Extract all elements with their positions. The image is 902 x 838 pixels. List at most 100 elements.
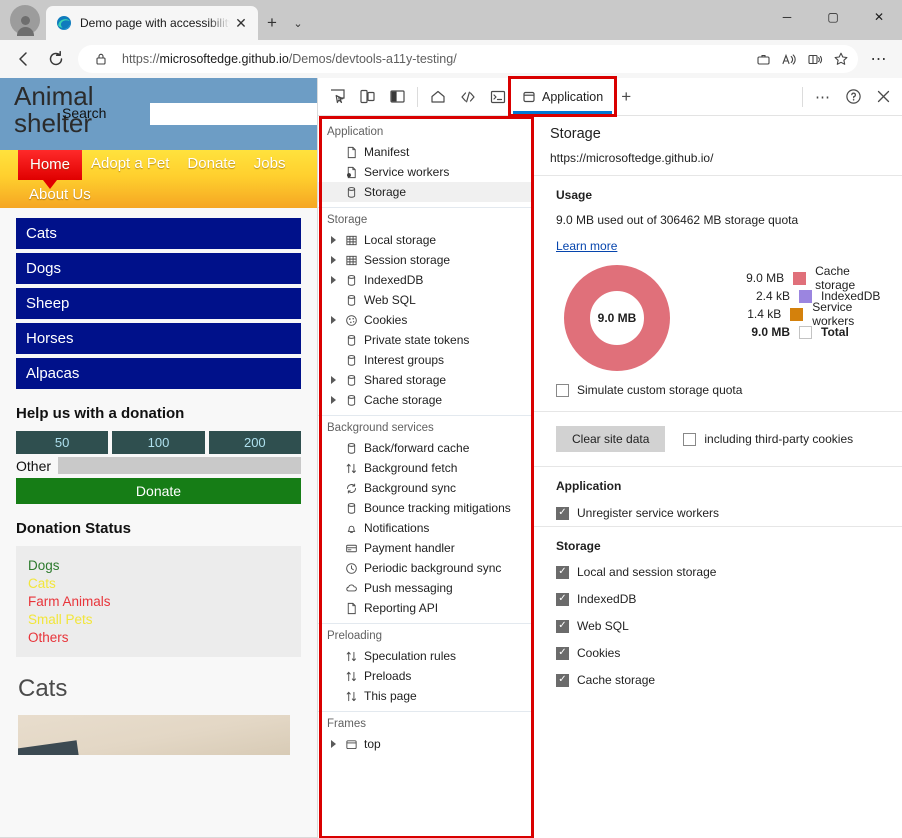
new-tab-button[interactable]: + (258, 9, 286, 37)
profile-avatar[interactable] (10, 5, 40, 35)
clear-site-data-button[interactable]: Clear site data (556, 426, 665, 452)
storage-clear-heading: Storage (556, 539, 886, 553)
expand-triangle-icon[interactable] (327, 256, 339, 264)
immersive-reader-icon[interactable] (802, 47, 828, 71)
animal-button-dogs[interactable]: Dogs (16, 253, 301, 284)
amount-button-50[interactable]: 50 (16, 431, 108, 454)
storage-clear-checkbox[interactable] (556, 566, 569, 579)
storage-clear-checkbox[interactable] (556, 674, 569, 687)
read-aloud-icon[interactable] (776, 47, 802, 71)
maximize-button[interactable]: ▢ (810, 0, 856, 34)
tree-item-periodic-background-sync[interactable]: Periodic background sync (318, 558, 533, 578)
tree-item-cookies[interactable]: Cookies (318, 310, 533, 330)
animal-button-sheep[interactable]: Sheep (16, 288, 301, 319)
nav-link-adopt-a-pet[interactable]: Adopt a Pet (82, 150, 178, 177)
simulate-quota-checkbox[interactable] (556, 384, 569, 397)
tree-item-manifest[interactable]: Manifest (318, 142, 533, 162)
expand-triangle-icon[interactable] (327, 396, 339, 404)
back-button[interactable] (8, 44, 40, 74)
amount-button-100[interactable]: 100 (112, 431, 204, 454)
browser-tab[interactable]: Demo page with accessibility issues ✕ (46, 6, 258, 40)
storage-clear-row-indexeddb[interactable]: IndexedDB (556, 592, 886, 606)
tree-item-cache-storage[interactable]: Cache storage (318, 390, 533, 410)
close-window-button[interactable]: ✕ (856, 0, 902, 34)
storage-clear-checkbox[interactable] (556, 593, 569, 606)
third-party-cookies-checkbox[interactable] (683, 433, 696, 446)
home-icon[interactable] (423, 82, 453, 112)
tree-item-local-storage[interactable]: Local storage (318, 230, 533, 250)
storage-clear-checkbox[interactable] (556, 620, 569, 633)
learn-more-link[interactable]: Learn more (556, 239, 617, 253)
tab-application[interactable]: Application (513, 80, 612, 114)
tree-item-preloads[interactable]: Preloads (318, 666, 533, 686)
tree-item-web-sql[interactable]: Web SQL (318, 290, 533, 310)
tree-item-background-fetch[interactable]: Background fetch (318, 458, 533, 478)
tree-item-notifications[interactable]: Notifications (318, 518, 533, 538)
tree-item-interest-groups[interactable]: Interest groups (318, 350, 533, 370)
sync-circular-arrows-icon (344, 482, 359, 495)
nav-link-about-us[interactable]: About Us (20, 181, 100, 208)
tree-item-service-workers[interactable]: Service workers (318, 162, 533, 182)
tree-item-speculation-rules[interactable]: Speculation rules (318, 646, 533, 666)
application-sidebar-tree[interactable]: ApplicationManifestService workersStorag… (318, 116, 534, 838)
tab-actions-menu-icon[interactable]: ⌄ (286, 9, 310, 37)
animal-button-alpacas[interactable]: Alpacas (16, 358, 301, 389)
storage-clear-row-local-and-session-storage[interactable]: Local and session storage (556, 565, 886, 579)
nav-link-donate[interactable]: Donate (178, 150, 244, 177)
tree-item-indexeddb[interactable]: IndexedDB (318, 270, 533, 290)
tree-item-bounce-tracking-mitigations[interactable]: Bounce tracking mitigations (318, 498, 533, 518)
address-bar[interactable]: https://microsoftedge.github.io/Demos/de… (78, 45, 858, 73)
add-panel-button[interactable]: + (612, 82, 640, 112)
storage-clear-row-web-sql[interactable]: Web SQL (556, 619, 886, 633)
legend-row-cache-storage: 9.0 MBCache storage (726, 269, 886, 287)
elements-code-icon[interactable] (453, 82, 483, 112)
storage-clear-checkbox[interactable] (556, 647, 569, 660)
minimize-button[interactable]: ─ (764, 0, 810, 34)
other-amount-input[interactable] (58, 457, 301, 474)
expand-triangle-icon[interactable] (327, 276, 339, 284)
storage-clear-row-cache-storage[interactable]: Cache storage (556, 673, 886, 687)
browser-settings-menu-button[interactable]: ⋯ (864, 44, 894, 74)
device-emulation-icon[interactable] (352, 82, 382, 112)
tree-item-this-page[interactable]: This page (318, 686, 533, 706)
nav-link-home[interactable]: Home (18, 150, 82, 180)
simulate-quota-row[interactable]: Simulate custom storage quota (556, 383, 886, 397)
devtools-more-options-button[interactable]: ⋯ (808, 82, 838, 112)
third-party-cookies-row[interactable]: including third-party cookies (683, 432, 853, 446)
tree-item-storage[interactable]: Storage (318, 182, 533, 202)
reload-button[interactable] (40, 44, 72, 74)
tree-item-payment-handler[interactable]: Payment handler (318, 538, 533, 558)
storage-clear-row-cookies[interactable]: Cookies (556, 646, 886, 660)
devtools-help-icon[interactable] (838, 82, 868, 112)
tree-item-reporting-api[interactable]: Reporting API (318, 598, 533, 618)
tab-close-icon[interactable]: ✕ (230, 12, 252, 34)
expand-triangle-icon[interactable] (327, 376, 339, 384)
tree-item-top[interactable]: top (318, 734, 533, 754)
amount-button-200[interactable]: 200 (209, 431, 301, 454)
credit-card-icon (344, 542, 359, 555)
tree-item-private-state-tokens[interactable]: Private state tokens (318, 330, 533, 350)
tree-item-session-storage[interactable]: Session storage (318, 250, 533, 270)
tree-item-back-forward-cache[interactable]: Back/forward cache (318, 438, 533, 458)
tree-item-background-sync[interactable]: Background sync (318, 478, 533, 498)
animal-button-cats[interactable]: Cats (16, 218, 301, 249)
devtools-close-button[interactable] (868, 82, 898, 112)
favorites-star-icon[interactable] (828, 47, 854, 71)
dock-side-icon[interactable] (382, 82, 412, 112)
console-terminal-icon[interactable] (483, 82, 513, 112)
expand-triangle-icon[interactable] (327, 236, 339, 244)
search-input[interactable] (150, 103, 318, 125)
unregister-service-workers-checkbox[interactable] (556, 507, 569, 520)
usage-text: 9.0 MB used out of 306462 MB storage quo… (556, 213, 886, 227)
tree-item-push-messaging[interactable]: Push messaging (318, 578, 533, 598)
tree-item-shared-storage[interactable]: Shared storage (318, 370, 533, 390)
animal-button-horses[interactable]: Horses (16, 323, 301, 354)
expand-triangle-icon[interactable] (327, 316, 339, 324)
nav-link-jobs[interactable]: Jobs (245, 150, 295, 177)
collections-icon[interactable] (750, 47, 776, 71)
site-information-icon[interactable] (88, 47, 114, 71)
donate-button[interactable]: Donate (16, 478, 301, 504)
unregister-service-workers-row[interactable]: Unregister service workers (556, 506, 886, 520)
inspect-element-icon[interactable] (322, 82, 352, 112)
expand-triangle-icon[interactable] (327, 740, 339, 748)
